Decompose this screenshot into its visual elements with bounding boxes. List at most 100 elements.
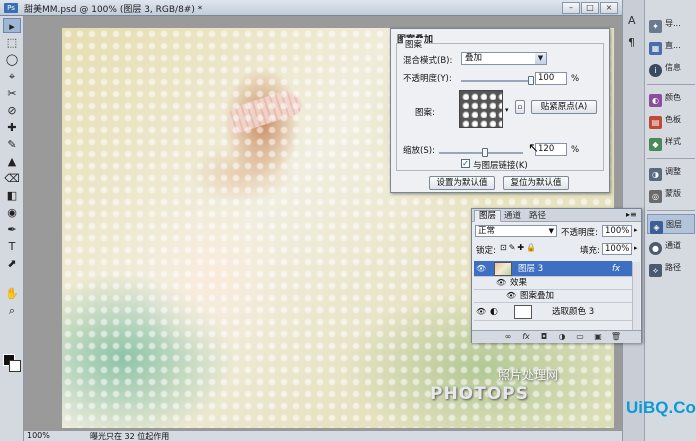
watermark-text: PHOTOPS — [430, 384, 529, 404]
pattern-dropdown-icon[interactable]: ▾ — [505, 106, 509, 114]
eyedropper-tool-icon[interactable]: ⊘ — [3, 103, 21, 118]
adjustments-icon: ◑ — [649, 168, 662, 181]
crop-tool-icon[interactable]: ✂ — [3, 86, 21, 101]
minimize-button[interactable]: – — [562, 2, 580, 14]
link-with-layer-checkbox[interactable]: ✓ — [461, 159, 470, 168]
dock-adjustments[interactable]: ◑ 调整 — [647, 162, 695, 182]
pattern-picker[interactable] — [459, 90, 503, 128]
chevron-down-icon: ▼ — [548, 227, 554, 235]
chevron-down-icon: ▼ — [535, 53, 546, 64]
layers-scrollbar[interactable] — [632, 262, 640, 330]
styles-icon: ◆ — [649, 138, 662, 151]
stamp-tool-icon[interactable]: ▲ — [3, 154, 21, 169]
marquee-tool-icon[interactable]: ⬚ — [3, 35, 21, 50]
layers-panel-tabs: 图层 通道 路径 ▸≡ — [472, 209, 641, 222]
new-group-icon[interactable]: ▭ — [574, 332, 586, 342]
link-layers-icon[interactable]: ∞ — [502, 332, 514, 342]
status-message: 曝光只在 32 位起作用 — [90, 432, 170, 441]
layer-effect-item-row[interactable]: 👁 图案叠加 — [474, 290, 632, 303]
maximize-button[interactable]: □ — [581, 2, 599, 14]
layer-opacity-label: 不透明度: — [561, 228, 598, 238]
delete-layer-icon[interactable]: 🗑 — [610, 332, 622, 342]
zoom-tool-icon[interactable]: ⌕ — [3, 303, 21, 318]
dock-histogram[interactable]: ▦ 直... — [647, 36, 695, 56]
document-titlebar[interactable]: Ps 甜美MM.psd @ 100% (图层 3, RGB/8#) * – □ … — [0, 0, 622, 16]
brush-tool-icon[interactable]: ✎ — [3, 137, 21, 152]
new-adjustment-icon[interactable]: ◑ — [556, 332, 568, 342]
zoom-readout[interactable]: 100% — [27, 431, 50, 440]
scale-input[interactable]: 120 — [535, 143, 567, 156]
info-icon: i — [649, 64, 662, 77]
opacity-label: 不透明度(Y): — [403, 74, 452, 84]
tab-paths[interactable]: 路径 — [524, 210, 551, 222]
tab-channels[interactable]: 通道 — [499, 210, 526, 222]
opacity-arrow-icon[interactable]: ▸ — [634, 226, 638, 234]
photoshop-file-icon: Ps — [4, 3, 18, 13]
layers-panel: 图层 通道 路径 ▸≡ 正常 ▼ 不透明度: 100% ▸ 锁定: ⊡✎✚🔒 填… — [471, 208, 642, 343]
layer-opacity-input[interactable]: 100% — [602, 225, 632, 237]
lasso-tool-icon[interactable]: ◯ — [3, 52, 21, 67]
swatches-icon: ▤ — [649, 116, 662, 129]
pen-tool-icon[interactable]: ✒ — [3, 222, 21, 237]
mouse-cursor-icon: ↖ — [528, 141, 539, 156]
new-preset-icon[interactable]: ▫ — [515, 100, 525, 114]
add-style-icon[interactable]: fx — [520, 332, 532, 342]
blend-mode-select[interactable]: 叠加 ▼ — [461, 52, 547, 65]
type-tool-icon[interactable]: T — [3, 239, 21, 254]
layer-row[interactable]: 👁 ◐ 选取颜色 3 — [474, 303, 632, 321]
healing-tool-icon[interactable]: ✚ — [3, 120, 21, 135]
paragraph-panel-icon[interactable]: ¶ — [628, 36, 635, 49]
dock-masks[interactable]: ◎ 蒙版 — [647, 184, 695, 204]
panel-menu-icon[interactable]: ▸≡ — [626, 210, 637, 219]
dock-swatches[interactable]: ▤ 色板 — [647, 110, 695, 130]
layer-row[interactable]: 👁 图层 3 fx — [474, 261, 632, 277]
gradient-tool-icon[interactable]: ◧ — [3, 188, 21, 203]
path-select-tool-icon[interactable]: ⬈ — [3, 256, 21, 271]
dock-info[interactable]: i 信息 — [647, 58, 695, 78]
visibility-eye-icon[interactable]: 👁 — [476, 307, 486, 317]
tools-panel: ▸ ⬚ ◯ ⌖ ✂ ⊘ ✚ ✎ ▲ ⌫ ◧ ◉ ✒ T ⬈ ✋ ⌕ — [0, 16, 24, 441]
new-layer-icon[interactable]: ▣ — [592, 332, 604, 342]
layer-effects-row[interactable]: 👁 效果 — [474, 277, 632, 290]
opacity-slider[interactable] — [461, 76, 534, 85]
move-tool-icon[interactable]: ▸ — [3, 18, 21, 33]
pattern-overlay-dialog: 图案叠加 图案 混合模式(B): 叠加 ▼ 不透明度(Y): 100 % 图案:… — [390, 28, 610, 193]
layer-blend-mode-select[interactable]: 正常 ▼ — [475, 225, 557, 237]
visibility-eye-icon[interactable]: 👁 — [476, 264, 486, 274]
reset-default-button[interactable]: 复位为默认值 — [503, 176, 569, 190]
hand-tool-icon[interactable]: ✋ — [3, 286, 21, 301]
scale-slider[interactable] — [439, 148, 523, 157]
opacity-unit: % — [571, 74, 580, 84]
pattern-group: 图案 混合模式(B): 叠加 ▼ 不透明度(Y): 100 % 图案: ▾ ▫ … — [396, 38, 604, 171]
eraser-tool-icon[interactable]: ⌫ — [3, 171, 21, 186]
quick-select-tool-icon[interactable]: ⌖ — [3, 69, 21, 84]
dock-channels[interactable]: ● 通道 — [647, 236, 695, 256]
visibility-eye-icon[interactable]: 👁 — [496, 278, 506, 288]
character-panel-icon[interactable]: A — [628, 14, 636, 27]
opacity-input[interactable]: 100 — [535, 72, 567, 85]
dock-color[interactable]: ◐ 颜色 — [647, 88, 695, 108]
snap-to-origin-button[interactable]: 贴紧原点(A) — [531, 100, 597, 114]
dodge-tool-icon[interactable]: ◉ — [3, 205, 21, 220]
status-bar: 100% 曝光只在 32 位起作用 — [24, 430, 622, 441]
close-button[interactable]: × — [600, 2, 618, 14]
color-icon: ◐ — [649, 94, 662, 107]
lock-options-icon[interactable]: ⊡✎✚🔒 — [500, 243, 538, 252]
tab-layers[interactable]: 图层 — [474, 210, 502, 222]
visibility-eye-icon[interactable]: 👁 — [506, 291, 516, 301]
add-mask-icon[interactable]: ◘ — [538, 332, 550, 342]
background-color-swatch[interactable] — [9, 360, 21, 372]
fill-arrow-icon[interactable]: ▸ — [634, 244, 638, 252]
opacity-slider-thumb[interactable] — [528, 76, 534, 85]
effects-fx-icon[interactable]: fx — [612, 261, 620, 277]
dock-layers[interactable]: ◈ 图层 — [647, 214, 695, 234]
blend-mode-label: 混合模式(B): — [403, 56, 453, 66]
dock-paths[interactable]: ⟡ 路径 — [647, 258, 695, 278]
make-default-button[interactable]: 设置为默认值 — [429, 176, 495, 190]
fill-input[interactable]: 100% — [602, 243, 632, 255]
dock-styles[interactable]: ◆ 样式 — [647, 132, 695, 152]
panel-dock: ✦ 导... ▦ 直... i 信息 ◐ 颜色 ▤ 色板 ◆ 样式 ◑ 调整 ◎ 蒙版 ◈ 图层 … — [644, 0, 696, 441]
masks-icon: ◎ — [649, 190, 662, 203]
dock-navigator[interactable]: ✦ 导... — [647, 14, 695, 34]
scale-slider-thumb[interactable] — [482, 148, 488, 157]
